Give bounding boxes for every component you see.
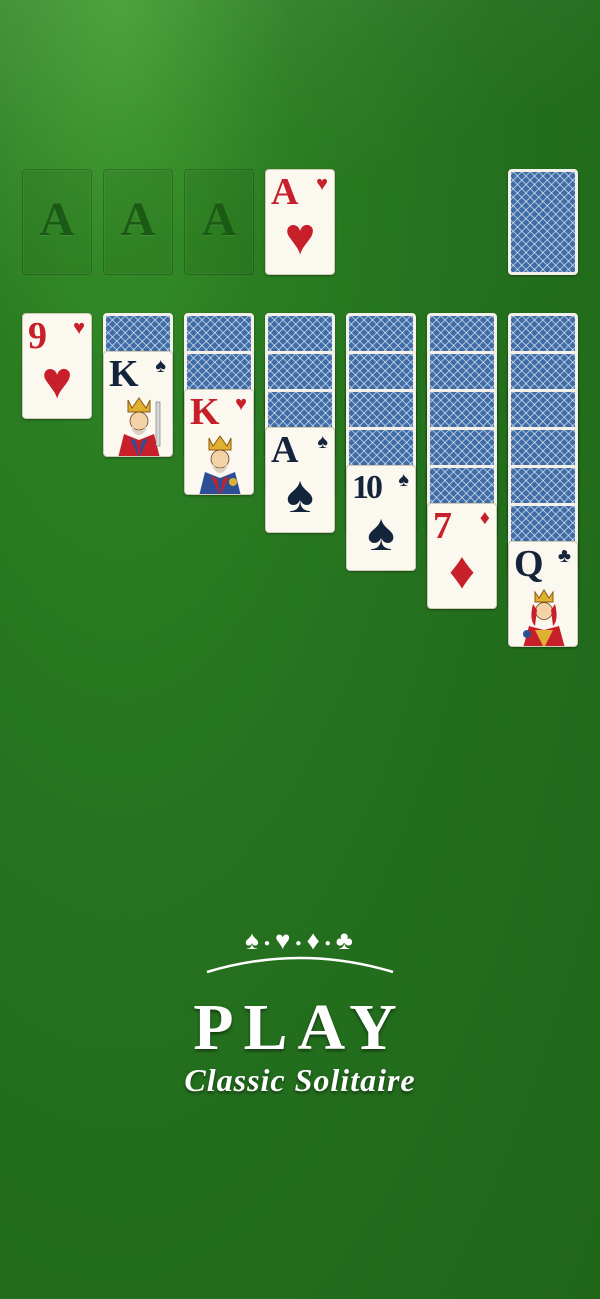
tableau-card-10-spades[interactable]: 10 ♠ ♠ (346, 465, 416, 571)
tableau-card-9-hearts[interactable]: 9 ♥ ♥ (22, 313, 92, 419)
ornament-arc (206, 956, 394, 974)
spade-icon: ♠ (155, 355, 166, 377)
card-rank: 9 (28, 315, 47, 357)
foundation-slot-label: A (201, 193, 237, 246)
king-portrait-icon (199, 435, 241, 494)
card-rank: K (190, 391, 220, 433)
card-rank: A (271, 171, 299, 213)
stock-pile[interactable] (508, 169, 578, 275)
foundation-slot-2[interactable]: A (103, 169, 173, 275)
card-rank: A (271, 429, 299, 471)
heart-icon: ♥ (73, 317, 85, 339)
spade-icon: ♠ (398, 469, 409, 491)
foundation-card-ace-hearts[interactable]: A ♥ ♥ (265, 169, 335, 275)
tableau-card-ace-spades[interactable]: A ♠ ♠ (265, 427, 335, 533)
queen-portrait-icon (523, 589, 565, 646)
card-rank: Q (514, 543, 544, 585)
foundation-slot-label: A (120, 193, 156, 246)
club-icon: ♣ (557, 545, 571, 567)
card-rank: K (109, 353, 139, 395)
spade-icon: ♠ (317, 431, 328, 453)
tableau-card-king-spades[interactable]: K ♠ (103, 351, 173, 457)
foundation-slot-label: A (39, 193, 75, 246)
heart-icon: ♥ (41, 353, 73, 410)
card-rank: 7 (433, 505, 452, 547)
heart-icon: ♥ (235, 393, 247, 415)
diamond-icon: ♦ (448, 543, 476, 600)
spade-icon: ♠ (367, 505, 395, 562)
heart-icon: ♥ (316, 173, 328, 195)
king-portrait-icon (118, 397, 161, 456)
card-rank: 10 (352, 469, 383, 506)
game-subtitle: Classic Solitaire (184, 1062, 416, 1098)
foundation-slot-3[interactable]: A (184, 169, 254, 275)
tableau-card-7-diamonds[interactable]: 7 ♦ ♦ (427, 503, 497, 609)
play-button[interactable]: PLAY (0, 990, 600, 1066)
tableau-card-queen-clubs[interactable]: Q ♣ (508, 541, 578, 647)
spade-icon: ♠ (286, 467, 314, 524)
diamond-icon: ♦ (479, 507, 490, 529)
tableau-card-king-hearts[interactable]: K ♥ (184, 389, 254, 495)
heart-icon: ♥ (284, 209, 316, 266)
foundation-slot-1[interactable]: A (22, 169, 92, 275)
